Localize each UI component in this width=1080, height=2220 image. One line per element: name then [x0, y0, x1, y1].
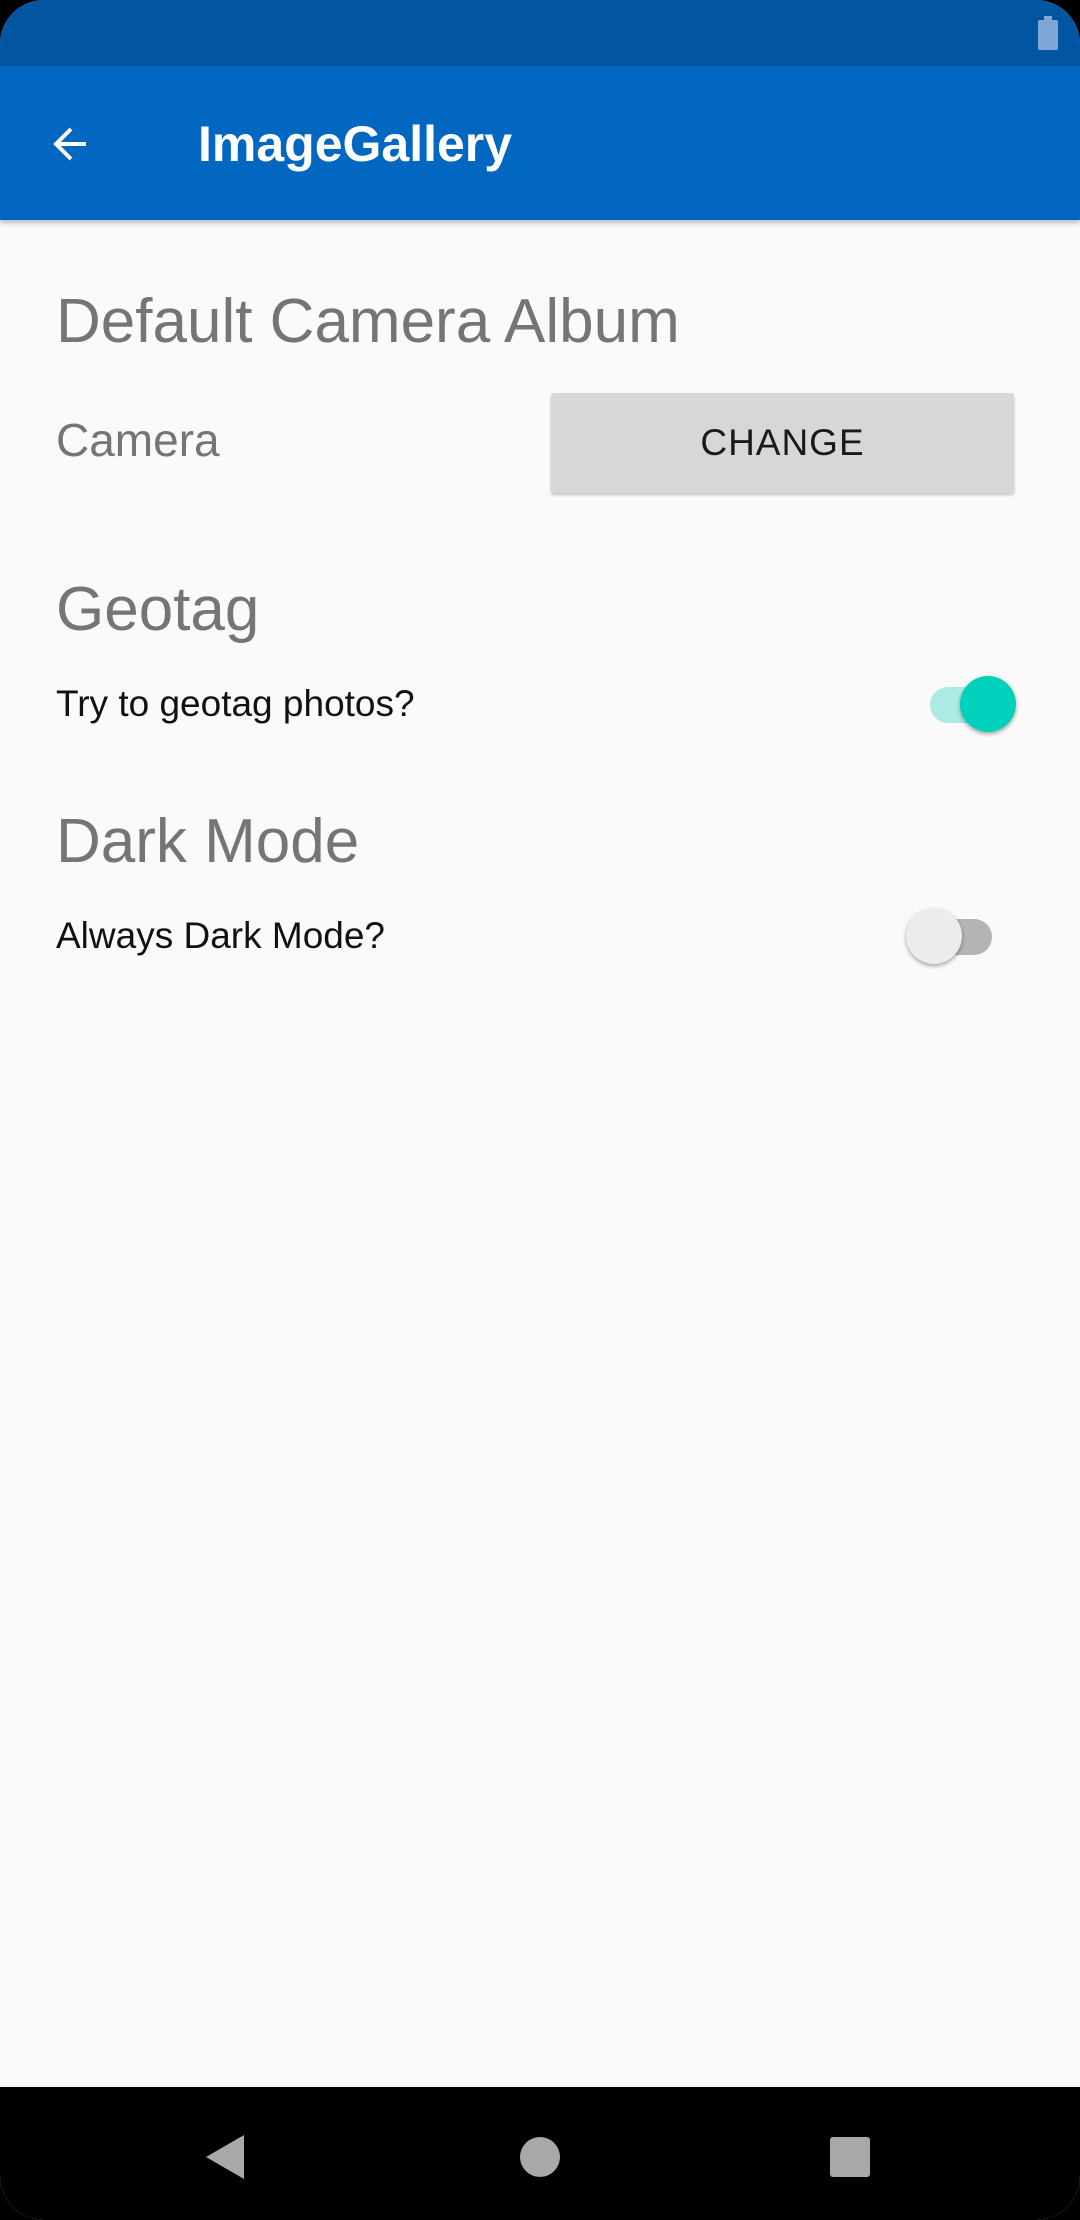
nav-home-button[interactable] [490, 2107, 590, 2207]
dark-mode-switch[interactable] [906, 902, 1006, 964]
switch-thumb [960, 676, 1016, 732]
geotag-label: Try to geotag photos? [56, 683, 415, 724]
square-recents-icon [830, 2137, 870, 2177]
navigation-bar [0, 2087, 1080, 2220]
circle-home-icon [520, 2137, 560, 2177]
section-title-dark-mode: Dark Mode [56, 807, 360, 876]
status-bar [0, 0, 1080, 66]
nav-recents-button[interactable] [800, 2107, 900, 2207]
geotag-switch[interactable] [916, 670, 1016, 732]
back-button[interactable] [34, 108, 106, 180]
triangle-back-icon [206, 2135, 244, 2179]
section-title-geotag: Geotag [56, 575, 260, 644]
nav-back-button[interactable] [176, 2107, 276, 2207]
section-title-camera-album: Default Camera Album [56, 287, 680, 356]
battery-icon [1038, 16, 1058, 50]
app-screen: ImageGallery Default Camera Album Camera… [0, 0, 1080, 2220]
app-bar: ImageGallery [0, 66, 1080, 220]
dark-mode-label: Always Dark Mode? [56, 915, 386, 956]
camera-album-value: Camera [56, 414, 220, 466]
arrow-back-icon [53, 127, 86, 161]
change-album-button[interactable]: CHANGE [551, 393, 1014, 493]
app-title: ImageGallery [198, 116, 513, 172]
switch-thumb [906, 908, 962, 964]
